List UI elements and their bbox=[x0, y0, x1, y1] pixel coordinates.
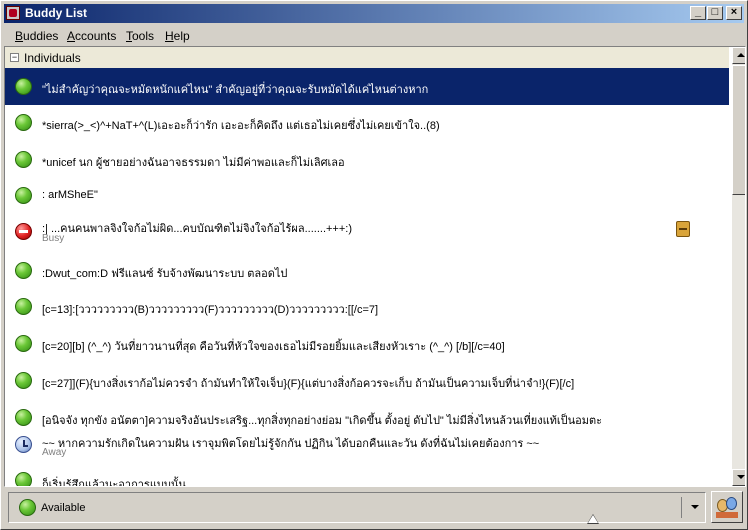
buddy-name: [c=27]](F){บางสิ่งเราก้อไม่ควรจำ ถ้ามันท… bbox=[42, 378, 575, 390]
menu-buddies-accel: B bbox=[15, 29, 24, 43]
available-status-icon bbox=[15, 78, 32, 95]
buddy-name: ก็เริ่มรู้สึกแล้วนะอาการแบบนั้น bbox=[42, 479, 186, 487]
buddy-list[interactable]: − Individuals "ไม่สำคัญว่าคุณจะหมัดหนักแ… bbox=[4, 46, 746, 487]
available-status-icon bbox=[15, 298, 32, 315]
buddy-status-text: Away bbox=[42, 447, 67, 458]
collapse-icon[interactable]: − bbox=[10, 53, 19, 62]
window-title: Buddy List bbox=[25, 6, 87, 20]
buddy-row[interactable]: :| ...คนคนพาลจิงใจก้อไม่ผิด...คบบัณฑิตไม… bbox=[5, 215, 729, 252]
available-status-icon bbox=[15, 372, 32, 389]
buddy-row[interactable]: "ไม่สำคัญว่าคุณจะหมัดหนักแค่ไหน" สำคัญอย… bbox=[5, 68, 729, 105]
arrow-up-icon bbox=[737, 53, 745, 57]
buddy-name: : arMSheE" bbox=[42, 189, 98, 201]
close-button[interactable]: × bbox=[726, 6, 742, 20]
note-emblem-icon bbox=[676, 221, 690, 237]
minimize-button[interactable]: _ bbox=[690, 6, 706, 20]
buddy-row[interactable]: *sierra(>_<)^+NaT+^(L)เอะอะก็ว่ารัก เอะอ… bbox=[5, 105, 729, 142]
menu-buddies-label: uddies bbox=[23, 29, 59, 43]
buddy-name: "ไม่สำคัญว่าคุณจะหมัดหนักแค่ไหน" สำคัญอย… bbox=[42, 84, 429, 96]
pidgin-app-icon[interactable] bbox=[6, 6, 20, 20]
buddy-row[interactable]: *unicef นก ผู้ชายอย่างฉันอาจธรรมดา ไม่มี… bbox=[5, 142, 729, 179]
group-individuals[interactable]: − Individuals bbox=[5, 47, 729, 68]
vertical-scrollbar[interactable] bbox=[732, 47, 745, 486]
pane-resize-grip-icon bbox=[588, 515, 598, 523]
scroll-thumb[interactable] bbox=[732, 65, 745, 195]
available-status-icon bbox=[15, 151, 32, 168]
available-status-icon bbox=[19, 499, 36, 516]
buddy-avatar-icon-2 bbox=[726, 497, 737, 510]
title-bar[interactable]: Buddy List _ □ × bbox=[4, 4, 744, 23]
buddy-name: :Dwut_com:D ฟรีแลนซ์ รับจ้างพัฒนาระบบ ตล… bbox=[42, 268, 288, 280]
menu-tools-label: ools bbox=[132, 29, 155, 43]
available-status-icon bbox=[15, 472, 32, 486]
status-selector[interactable]: Available bbox=[8, 492, 706, 523]
scroll-up-button[interactable] bbox=[732, 47, 745, 64]
buddy-row[interactable]: ก็เริ่มรู้สึกแล้วนะอาการแบบนั้น bbox=[5, 468, 729, 487]
available-status-icon bbox=[15, 187, 32, 204]
menu-tools[interactable]: Tools bbox=[126, 29, 154, 43]
buddy-row[interactable]: : arMSheE" bbox=[5, 179, 729, 216]
menu-accounts-label: ccounts bbox=[75, 29, 117, 43]
buddy-row[interactable]: [c=27]](F){บางสิ่งเราก้อไม่ควรจำ ถ้ามันท… bbox=[5, 363, 729, 400]
menu-accounts[interactable]: Accounts bbox=[67, 29, 116, 43]
arrow-down-icon bbox=[737, 475, 745, 479]
maximize-button[interactable]: □ bbox=[707, 6, 723, 20]
buddy-avatar-base bbox=[716, 512, 738, 518]
menu-help-accel: H bbox=[165, 29, 174, 43]
buddy-list-window: Buddy List _ □ × Buddies Accounts Tools … bbox=[0, 0, 748, 530]
status-bar: Available bbox=[4, 489, 746, 527]
available-status-icon bbox=[15, 409, 32, 426]
menu-accounts-accel: A bbox=[67, 29, 76, 43]
group-label: Individuals bbox=[24, 51, 81, 65]
buddy-icon-button[interactable] bbox=[711, 491, 743, 523]
buddy-name: [อนิจจัง ทุกขัง อนัตตา]ความจริงอันประเสร… bbox=[42, 415, 603, 427]
buddy-status-text: Busy bbox=[42, 233, 65, 244]
menu-help-label: elp bbox=[173, 29, 190, 43]
combo-divider bbox=[681, 497, 682, 518]
menu-bar: Buddies Accounts Tools Help bbox=[4, 26, 744, 45]
available-status-icon bbox=[15, 114, 32, 131]
menu-help[interactable]: Help bbox=[165, 29, 190, 43]
buddy-row[interactable]: [c=20][b] (^_^) วันที่ยาวนานที่สุด คือวั… bbox=[5, 326, 729, 363]
scroll-down-button[interactable] bbox=[732, 469, 745, 486]
buddy-name: [c=20][b] (^_^) วันที่ยาวนานที่สุด คือวั… bbox=[42, 341, 505, 353]
available-status-icon bbox=[15, 335, 32, 352]
dropdown-arrow-icon[interactable] bbox=[691, 505, 699, 509]
buddy-row[interactable]: ~~ หากความรักเกิดในความฝัน เราจุมพิตโดยไ… bbox=[5, 431, 729, 468]
away-status-icon bbox=[15, 436, 32, 453]
menu-buddies[interactable]: Buddies bbox=[15, 29, 58, 43]
buddy-row[interactable]: :Dwut_com:D ฟรีแลนซ์ รับจ้างพัฒนาระบบ ตล… bbox=[5, 252, 729, 289]
status-selector-label: Available bbox=[41, 502, 86, 514]
busy-status-icon bbox=[15, 223, 32, 240]
available-status-icon bbox=[15, 262, 32, 279]
buddy-name: *unicef นก ผู้ชายอย่างฉันอาจธรรมดา ไม่มี… bbox=[42, 157, 345, 169]
buddy-name: ~~ หากความรักเกิดในความฝัน เราจุมพิตโดยไ… bbox=[42, 438, 540, 450]
buddy-name: *sierra(>_<)^+NaT+^(L)เอะอะก็ว่ารัก เอะอ… bbox=[42, 120, 440, 132]
buddy-name: [c=13]:[ววววววววว(B)ววววววววว(F)วววววววว… bbox=[42, 304, 379, 316]
buddy-row[interactable]: [c=13]:[ววววววววว(B)ววววววววว(F)วววววววว… bbox=[5, 289, 729, 326]
buddy-name: :| ...คนคนพาลจิงใจก้อไม่ผิด...คบบัณฑิตไม… bbox=[42, 223, 352, 235]
